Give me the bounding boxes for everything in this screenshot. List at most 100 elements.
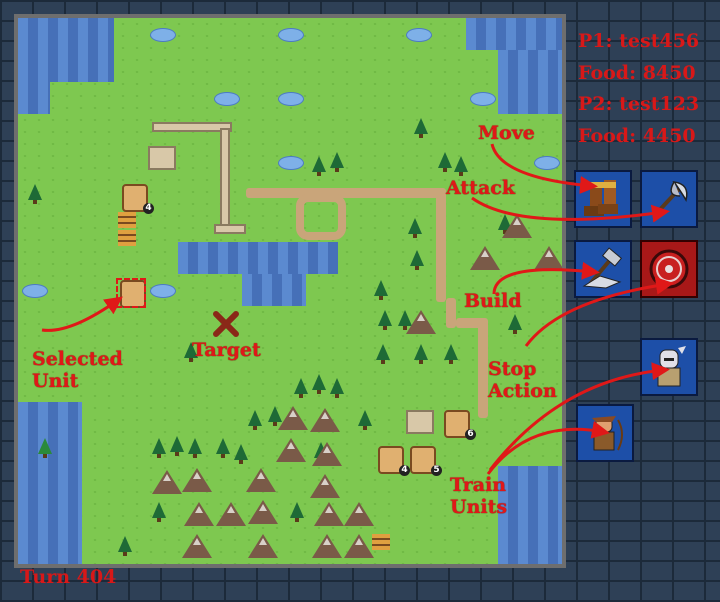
axe-icon	[652, 181, 688, 218]
water-tile	[498, 50, 562, 114]
mountain	[406, 310, 436, 334]
hammer-icon	[582, 247, 623, 289]
mountain	[314, 502, 344, 526]
tree	[444, 344, 458, 364]
mountain	[502, 214, 532, 238]
tree	[294, 378, 308, 398]
move-button[interactable]	[574, 170, 632, 228]
pond	[278, 28, 304, 42]
water-tile	[18, 18, 114, 82]
player1-name: P1: test456	[578, 30, 700, 52]
pond	[278, 92, 304, 106]
tree	[312, 374, 326, 394]
tree	[234, 444, 248, 464]
pond	[534, 156, 560, 170]
player1-food: Food: 8450	[578, 62, 696, 84]
annotation-move: Move	[478, 122, 535, 144]
unit-enemy[interactable]: 5	[410, 446, 442, 476]
castle-wall	[214, 224, 246, 234]
mountain	[184, 502, 214, 526]
unit-enemy[interactable]: 4	[378, 446, 410, 476]
train-knight-button[interactable]	[640, 338, 698, 396]
tree	[508, 314, 522, 334]
tree	[118, 536, 132, 556]
unit-level: 4	[143, 203, 154, 214]
annotation-selected-unit: Selected Unit	[32, 348, 123, 392]
road	[446, 298, 456, 328]
mountain	[470, 246, 500, 270]
road	[296, 194, 346, 240]
shield-icon	[649, 249, 689, 289]
pond	[470, 92, 496, 106]
castle-tower	[406, 410, 434, 434]
mountain	[312, 442, 342, 466]
tree	[358, 410, 372, 430]
farm	[118, 212, 136, 228]
tree	[152, 502, 166, 522]
mountain	[310, 408, 340, 432]
target-marker	[213, 311, 239, 337]
mountain	[278, 406, 308, 430]
tree	[378, 310, 392, 330]
annotation-target: Target	[192, 339, 261, 361]
tree	[330, 378, 344, 398]
water-tile	[466, 18, 562, 50]
water-tile	[178, 242, 338, 274]
unit-level: 4	[399, 465, 410, 476]
pond	[150, 28, 176, 42]
pond	[406, 28, 432, 42]
mountain	[248, 500, 278, 524]
mountain	[182, 468, 212, 492]
tree	[28, 184, 42, 204]
tree	[248, 410, 262, 430]
unit-enemy[interactable]: 6	[444, 410, 476, 440]
tree	[290, 502, 304, 522]
water-tile	[242, 274, 306, 306]
mountain	[248, 534, 278, 558]
mountain	[246, 468, 276, 492]
tree	[408, 218, 422, 238]
annotation-train-units: Train Units	[450, 474, 508, 518]
knight-icon	[657, 346, 686, 387]
mountain	[312, 534, 342, 558]
tree	[170, 436, 184, 456]
road	[478, 318, 488, 418]
annotation-stop-action: Stop Action	[488, 358, 557, 402]
water-tile	[18, 82, 50, 114]
mountain	[344, 502, 374, 526]
castle-tower	[148, 146, 176, 170]
road	[246, 188, 446, 198]
pond	[214, 92, 240, 106]
tree	[414, 118, 428, 138]
tree	[454, 156, 468, 176]
annotation-attack: Attack	[446, 177, 516, 199]
farm	[118, 230, 136, 246]
tree	[414, 344, 428, 364]
tree	[330, 152, 344, 172]
player2-food: Food: 4450	[578, 125, 696, 147]
stop-action-button[interactable]	[640, 240, 698, 298]
farm	[372, 534, 390, 550]
turn-counter: Turn 404	[20, 566, 117, 588]
boots-icon	[584, 180, 618, 216]
unit-player1[interactable]: 4	[122, 184, 154, 214]
train-archer-button[interactable]	[576, 404, 634, 462]
water-tile	[18, 402, 82, 564]
mountain	[344, 534, 374, 558]
unit-level: 6	[465, 429, 476, 440]
mountain	[216, 502, 246, 526]
tree	[410, 250, 424, 270]
selection-marker	[116, 278, 146, 308]
build-button[interactable]	[574, 240, 632, 298]
tree	[216, 438, 230, 458]
tree	[188, 438, 202, 458]
unit-level: 5	[431, 465, 442, 476]
road	[436, 192, 446, 302]
attack-button[interactable]	[640, 170, 698, 228]
pond	[278, 156, 304, 170]
tree	[152, 438, 166, 458]
castle-wall	[220, 128, 230, 232]
tree	[376, 344, 390, 364]
mountain	[310, 474, 340, 498]
player2-name: P2: test123	[578, 93, 700, 115]
